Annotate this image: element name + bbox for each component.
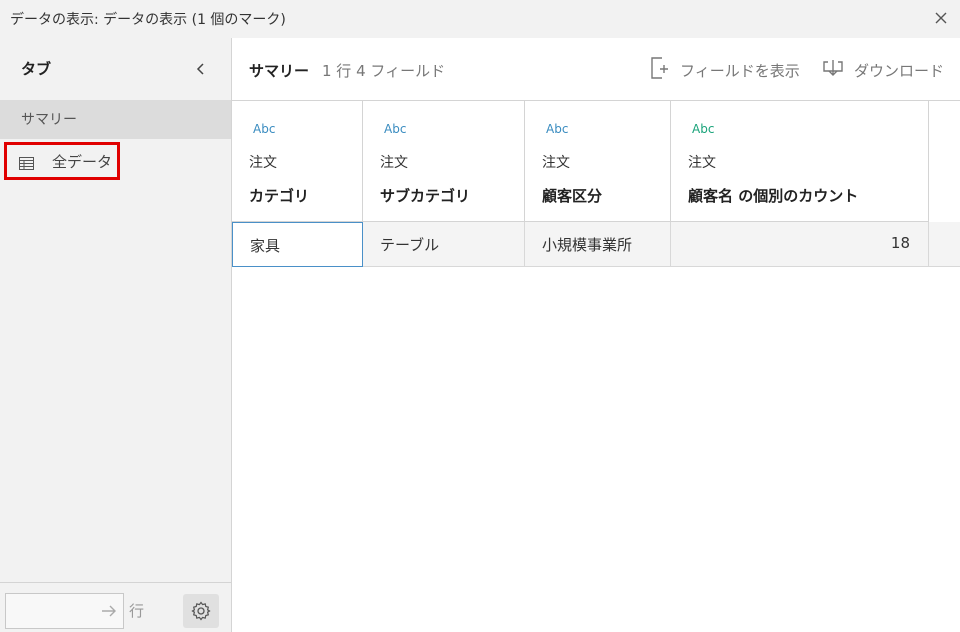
row-label: 行 (129, 602, 145, 620)
show-fields-label: フィールドを表示 (680, 61, 800, 80)
cell-value: テーブル (380, 236, 440, 254)
main-panel: サマリー 1 行 4 フィールド フィールドを表示 ダウンロード Abc 注文 … (232, 38, 960, 632)
arrow-right-icon[interactable] (101, 603, 117, 622)
dimension-type-icon: Abc (546, 122, 569, 136)
column-header[interactable]: Abc 注文 カテゴリ (232, 101, 363, 222)
table-icon (19, 155, 34, 174)
chevron-left-icon[interactable] (189, 57, 213, 81)
cell-value: 小規模事業所 (542, 236, 633, 254)
sidebar-item-all-data[interactable]: 全データ (4, 142, 120, 180)
gear-icon[interactable] (183, 594, 219, 628)
summary-info: 1 行 4 フィールド (322, 62, 446, 80)
table-cell[interactable]: 小規模事業所 (525, 222, 671, 267)
show-fields-button[interactable]: フィールドを表示 (650, 57, 800, 83)
column-name: 顧客名 の個別のカウント (688, 187, 859, 205)
sidebar-footer: 行 (0, 582, 231, 632)
measure-type-icon: Abc (692, 122, 715, 136)
sidebar-item-label: 全データ (52, 153, 113, 171)
download-label: ダウンロード (854, 61, 945, 80)
sidebar: タブ サマリー 全データ 行 (0, 38, 232, 632)
column-source: 注文 (380, 155, 408, 171)
column-name: 顧客区分 (542, 187, 603, 205)
add-field-icon (650, 57, 680, 83)
close-icon[interactable] (928, 6, 954, 30)
dimension-type-icon: Abc (384, 122, 407, 136)
column-header[interactable]: Abc 注文 サブカテゴリ (363, 101, 525, 222)
column-name: サブカテゴリ (380, 187, 471, 205)
cell-value: 家具 (250, 237, 281, 255)
column-name: カテゴリ (249, 187, 310, 205)
table-cell[interactable]: テーブル (363, 222, 525, 267)
column-header[interactable]: Abc 注文 顧客区分 (525, 101, 671, 222)
sidebar-title: タブ (21, 60, 52, 78)
toolbar: サマリー 1 行 4 フィールド フィールドを表示 ダウンロード (232, 38, 960, 101)
sidebar-header: タブ (0, 38, 231, 100)
column-source: 注文 (688, 155, 716, 171)
table-cell[interactable]: 家具 (232, 222, 363, 267)
row-count-input[interactable] (5, 593, 124, 629)
download-button[interactable]: ダウンロード (822, 57, 944, 83)
download-icon (822, 58, 854, 82)
column-header[interactable]: Abc 注文 顧客名 の個別のカウント (671, 101, 929, 222)
column-source: 注文 (249, 155, 277, 171)
sidebar-item-label: サマリー (21, 112, 77, 128)
summary-title: サマリー (249, 62, 310, 80)
title-bar: データの表示: データの表示 (1 個のマーク) (0, 0, 960, 38)
table-cell[interactable]: 18 (671, 222, 929, 267)
cell-value: 18 (890, 234, 910, 252)
dimension-type-icon: Abc (253, 122, 276, 136)
table-row-filler (929, 222, 960, 267)
window-title: データの表示: データの表示 (1 個のマーク) (10, 12, 286, 28)
sidebar-item-summary[interactable]: サマリー (0, 100, 231, 139)
column-source: 注文 (542, 155, 570, 171)
